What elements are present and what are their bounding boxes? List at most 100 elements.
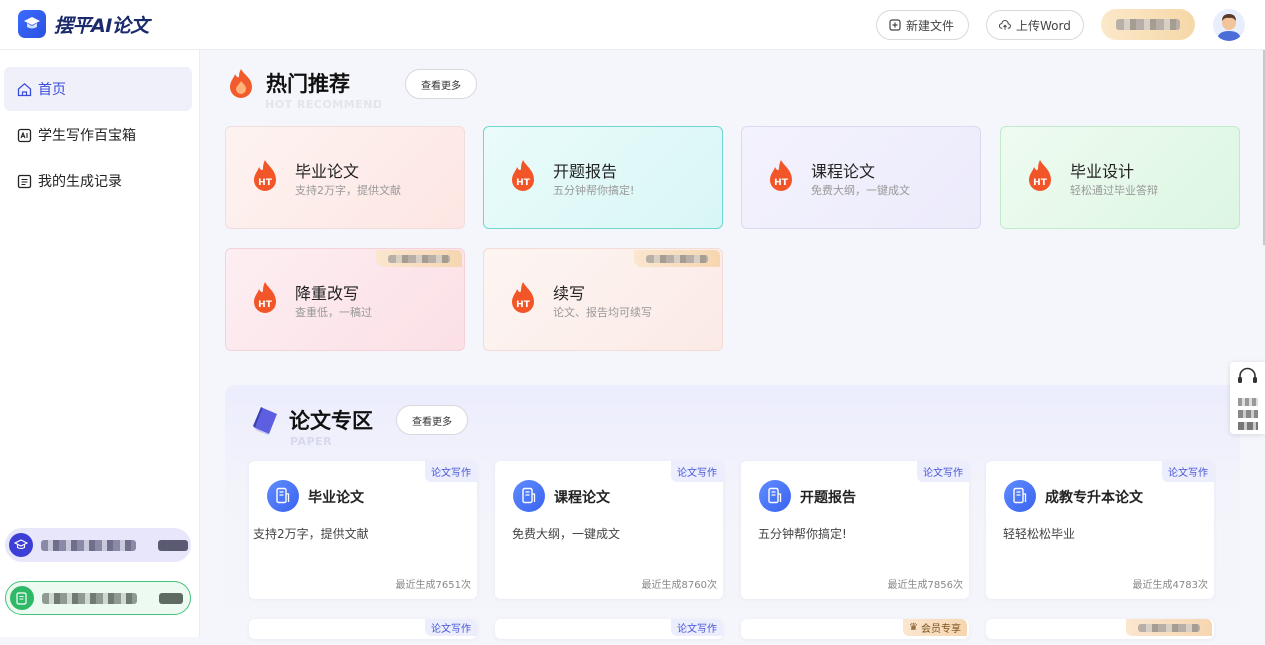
paper-card-thesis[interactable]: 论文写作 毕业论文 支持2万字，提供文献 最近生成7651次 bbox=[249, 461, 477, 599]
hot-section-subtitle: HOT RECOMMEND bbox=[265, 98, 383, 111]
card-stat: 最近生成7856次 bbox=[887, 580, 963, 591]
blurred-user-info bbox=[1116, 19, 1180, 30]
card-title: 降重改写 bbox=[295, 284, 360, 303]
paper-badge: 论文写作 bbox=[425, 619, 477, 636]
blurred-service-text bbox=[1237, 410, 1258, 418]
hot-card-rewrite[interactable]: HT 降重改写 查重低，一稿过 bbox=[225, 248, 465, 351]
card-desc: 五分钟帮你搞定! bbox=[758, 527, 847, 541]
svg-text:HT: HT bbox=[1033, 178, 1048, 188]
paper-section-subtitle: PAPER bbox=[290, 435, 333, 448]
sidebar-item-records[interactable]: 我的生成记录 bbox=[4, 159, 192, 203]
member-badge-label: 会员专享 bbox=[921, 624, 961, 635]
paper-section-header: 论文专区 bbox=[249, 404, 373, 436]
card-stat: 最近生成7651次 bbox=[395, 580, 471, 591]
avatar[interactable] bbox=[1213, 9, 1245, 41]
card-stat: 最近生成8760次 bbox=[641, 580, 717, 591]
sidebar: 首页 学生写作百宝箱 我的生成记录 bbox=[0, 50, 200, 637]
card-title: 课程论文 bbox=[811, 162, 876, 181]
card-title: 毕业论文 bbox=[308, 490, 364, 506]
blurred-vip-tag bbox=[1126, 619, 1212, 636]
paper-card-partial[interactable]: ♛ 会员专享 bbox=[741, 619, 969, 639]
card-title: 开题报告 bbox=[553, 162, 618, 181]
document-icon bbox=[1004, 480, 1036, 512]
hot-card-thesis[interactable]: HT 毕业论文 支持2万字，提供文献 bbox=[225, 126, 465, 229]
card-desc: 论文、报告均可续写 bbox=[553, 306, 652, 319]
toolbox-icon bbox=[16, 127, 32, 143]
document-icon bbox=[267, 480, 299, 512]
blurred-promo-text bbox=[158, 539, 188, 551]
flame-icon: HT bbox=[512, 282, 534, 313]
customer-service-panel[interactable] bbox=[1230, 362, 1265, 434]
paper-badge: 论文写作 bbox=[671, 461, 723, 482]
card-desc: 查重低，一稿过 bbox=[295, 306, 372, 319]
svg-text:HT: HT bbox=[774, 178, 789, 188]
card-title: 毕业设计 bbox=[1070, 162, 1135, 181]
card-desc: 轻轻松松毕业 bbox=[1003, 527, 1076, 541]
hot-card-grad-design[interactable]: HT 毕业设计 轻松通过毕业答辩 bbox=[1000, 126, 1240, 229]
sidebar-item-home[interactable]: 首页 bbox=[4, 67, 192, 111]
card-title: 成教专升本论文 bbox=[1045, 490, 1143, 506]
card-desc: 轻松通过毕业答辩 bbox=[1070, 184, 1158, 197]
paper-card-adult-edu[interactable]: 论文写作 成教专升本论文 轻轻松松毕业 最近生成4783次 bbox=[986, 461, 1214, 599]
blurred-service-text bbox=[1237, 398, 1258, 406]
book-icon bbox=[253, 407, 277, 435]
card-stat: 最近生成4783次 bbox=[1132, 580, 1208, 591]
cloud-upload-icon bbox=[999, 19, 1011, 31]
paper-card-partial[interactable]: 论文写作 bbox=[249, 619, 477, 639]
blurred-vip-tag bbox=[376, 250, 462, 267]
flame-icon: HT bbox=[254, 160, 276, 191]
new-file-button[interactable]: 新建文件 bbox=[876, 10, 969, 40]
new-file-icon bbox=[889, 19, 901, 31]
upload-word-label: 上传Word bbox=[1016, 18, 1071, 33]
hot-section-header: 热门推荐 bbox=[226, 67, 350, 99]
sidebar-item-toolbox[interactable]: 学生写作百宝箱 bbox=[4, 113, 192, 157]
sidebar-item-label: 我的生成记录 bbox=[38, 174, 122, 190]
hot-card-continue[interactable]: HT 续写 论文、报告均可续写 bbox=[483, 248, 723, 351]
card-title: 续写 bbox=[553, 284, 586, 303]
card-title: 开题报告 bbox=[800, 490, 856, 506]
paper-badge: 论文写作 bbox=[1162, 461, 1214, 482]
paper-card-course[interactable]: 论文写作 课程论文 免费大纲，一键成文 最近生成8760次 bbox=[495, 461, 723, 599]
sidebar-item-label: 学生写作百宝箱 bbox=[38, 128, 136, 144]
document-icon bbox=[759, 480, 791, 512]
member-badge: ♛ 会员专享 bbox=[903, 619, 967, 636]
hot-card-course-paper[interactable]: HT 课程论文 免费大纲，一键成文 bbox=[741, 126, 981, 229]
paper-badge: 论文写作 bbox=[671, 619, 723, 636]
hot-card-proposal[interactable]: HT 开题报告 五分钟帮你搞定! bbox=[483, 126, 723, 229]
paper-card-partial[interactable] bbox=[986, 619, 1214, 639]
home-icon bbox=[16, 81, 32, 97]
blurred-promo-text bbox=[42, 592, 137, 604]
paper-badge: 论文写作 bbox=[917, 461, 969, 482]
document-edit-icon bbox=[10, 586, 34, 610]
card-title: 课程论文 bbox=[554, 490, 610, 506]
sidebar-promo-pill-1[interactable] bbox=[5, 528, 191, 562]
logo-cap-icon bbox=[18, 10, 46, 38]
blurred-vip-tag bbox=[634, 250, 720, 267]
headset-icon bbox=[1238, 367, 1257, 383]
main-content: 热门推荐 HOT RECOMMEND 查看更多 HT 毕业论文 支持2万字，提供… bbox=[200, 50, 1265, 645]
app-name: 摆平AI论文 bbox=[54, 14, 149, 37]
paper-badge: 论文写作 bbox=[425, 461, 477, 482]
paper-card-proposal[interactable]: 论文写作 开题报告 五分钟帮你搞定! 最近生成7856次 bbox=[741, 461, 969, 599]
svg-text:HT: HT bbox=[516, 300, 531, 310]
card-desc: 免费大纲，一键成文 bbox=[811, 184, 910, 197]
vip-status-pill[interactable] bbox=[1101, 9, 1195, 40]
svg-text:HT: HT bbox=[258, 178, 273, 188]
blurred-promo-text bbox=[159, 592, 183, 604]
card-title: 毕业论文 bbox=[295, 162, 360, 181]
flame-icon: HT bbox=[1029, 160, 1051, 191]
new-file-label: 新建文件 bbox=[906, 18, 955, 33]
crown-icon: ♛ bbox=[909, 622, 918, 633]
blurred-promo-text bbox=[41, 539, 136, 551]
svg-text:HT: HT bbox=[516, 178, 531, 188]
app-logo[interactable]: 摆平AI论文 bbox=[18, 10, 149, 38]
sidebar-promo-pill-2[interactable] bbox=[5, 581, 191, 615]
hot-more-button[interactable]: 查看更多 bbox=[405, 69, 477, 99]
paper-more-button[interactable]: 查看更多 bbox=[396, 405, 468, 435]
hot-flame-icon bbox=[230, 69, 252, 98]
upload-word-button[interactable]: 上传Word bbox=[986, 10, 1084, 40]
paper-card-partial[interactable]: 论文写作 bbox=[495, 619, 723, 639]
svg-text:HT: HT bbox=[258, 300, 273, 310]
hot-section-title: 热门推荐 bbox=[266, 72, 350, 96]
paper-zone: 论文专区 PAPER 查看更多 论文写作 毕业论文 支持2万字，提供文献 最近生… bbox=[225, 385, 1240, 645]
